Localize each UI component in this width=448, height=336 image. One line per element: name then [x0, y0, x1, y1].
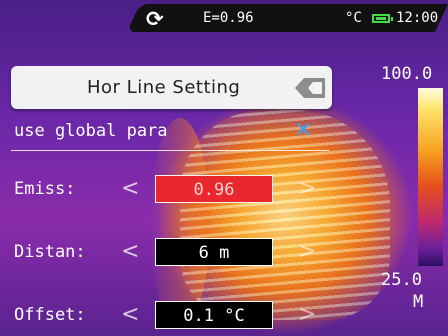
increase-chevron-icon[interactable]: > — [298, 176, 316, 201]
scale-max-label: 100.0 — [381, 64, 433, 84]
decrease-chevron-icon[interactable]: < — [121, 239, 139, 264]
increase-chevron-icon[interactable]: > — [298, 302, 316, 327]
distance-setting-row: Distan: < 6 m > — [11, 235, 331, 271]
decrease-chevron-icon[interactable]: < — [121, 302, 139, 327]
emissivity-readout: E=0.96 — [203, 10, 254, 26]
offset-setting-row: Offset: < 0.1 °C > — [11, 298, 331, 334]
page-title: Hor Line Setting — [87, 77, 241, 98]
emissivity-value-field[interactable]: 0.96 — [155, 175, 273, 203]
emissivity-label: Emiss: — [14, 179, 76, 199]
use-global-param-row[interactable]: use global para ✕ — [11, 114, 329, 151]
temperature-unit: °C — [345, 10, 362, 26]
scale-min-label: 25.0 — [381, 270, 422, 290]
close-icon[interactable]: ✕ — [294, 118, 312, 143]
offset-value-field[interactable]: 0.1 °C — [155, 301, 273, 329]
settings-title-bar: Hor Line Setting — [11, 66, 332, 109]
increase-chevron-icon[interactable]: > — [298, 239, 316, 264]
distance-label: Distan: — [14, 242, 86, 262]
color-scale-bar — [418, 88, 443, 266]
decrease-chevron-icon[interactable]: < — [121, 176, 139, 201]
emissivity-setting-row: Emiss: < 0.96 > — [11, 172, 331, 208]
clock: 12:00 — [396, 10, 439, 26]
battery-icon — [372, 14, 393, 23]
status-bar: ⟳ E=0.96 °C 12:00 — [0, 0, 448, 34]
refresh-icon[interactable]: ⟳ — [146, 8, 168, 30]
back-arrow-icon[interactable] — [295, 78, 325, 98]
distance-value-field[interactable]: 6 m — [155, 238, 273, 266]
thermal-camera-screen: ⟳ E=0.96 °C 12:00 100.0 25.0 M Hor Line … — [0, 0, 448, 336]
use-global-param-label: use global para — [14, 121, 168, 141]
scale-mode-label[interactable]: M — [413, 292, 423, 312]
offset-label: Offset: — [14, 305, 86, 325]
